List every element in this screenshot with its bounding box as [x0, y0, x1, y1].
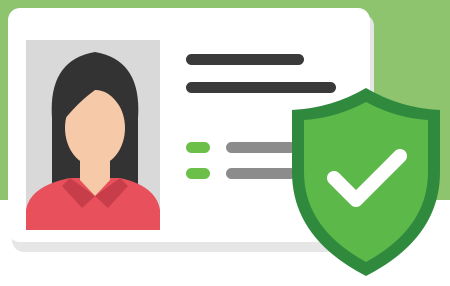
info-line-2: [226, 168, 296, 179]
detail-line: [186, 82, 336, 93]
id-verification-illustration: [0, 0, 450, 286]
info-line-1: [226, 142, 296, 153]
illustration-canvas: [0, 0, 450, 276]
bullet-1: [186, 142, 210, 153]
name-line: [186, 54, 304, 65]
bullet-2: [186, 168, 210, 179]
